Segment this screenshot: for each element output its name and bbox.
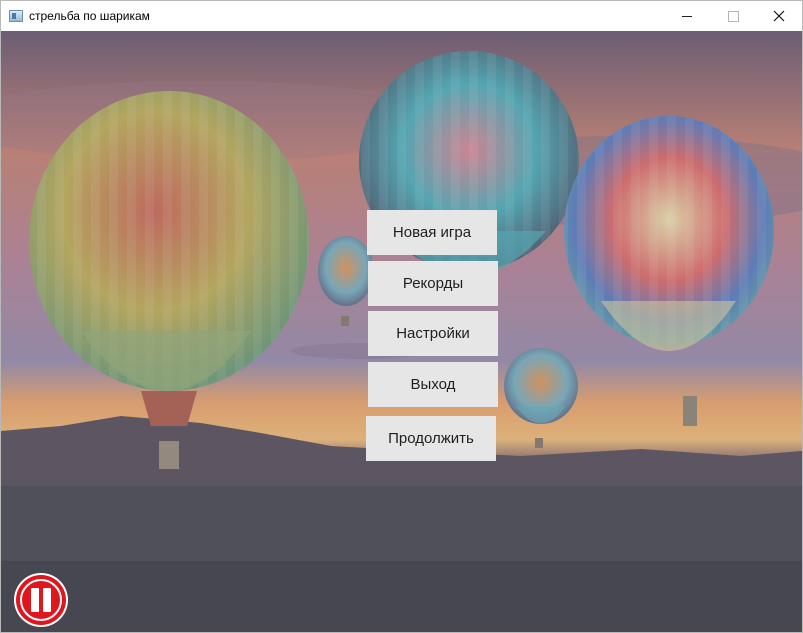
records-button[interactable]: Рекорды xyxy=(368,261,498,306)
game-background: Новая игра Рекорды Настройки Выход Продо… xyxy=(1,31,802,632)
window-title: стрельба по шарикам xyxy=(29,9,150,23)
maximize-icon xyxy=(727,10,739,22)
window-controls xyxy=(664,1,802,31)
minimize-icon xyxy=(682,15,692,17)
app-window: стрельба по шарикам Новая игра Рекорды Н… xyxy=(0,0,803,633)
pause-button[interactable] xyxy=(13,572,69,628)
app-icon xyxy=(9,10,23,22)
settings-button[interactable]: Настройки xyxy=(368,311,498,356)
minimize-button[interactable] xyxy=(664,1,710,31)
new-game-button[interactable]: Новая игра xyxy=(367,210,497,255)
close-button[interactable] xyxy=(756,1,802,31)
maximize-button[interactable] xyxy=(710,1,756,31)
pause-icon xyxy=(14,573,68,627)
continue-button[interactable]: Продолжить xyxy=(366,416,496,461)
title-bar: стрельба по шарикам xyxy=(1,1,802,31)
exit-button[interactable]: Выход xyxy=(368,362,498,407)
close-icon xyxy=(773,10,785,22)
